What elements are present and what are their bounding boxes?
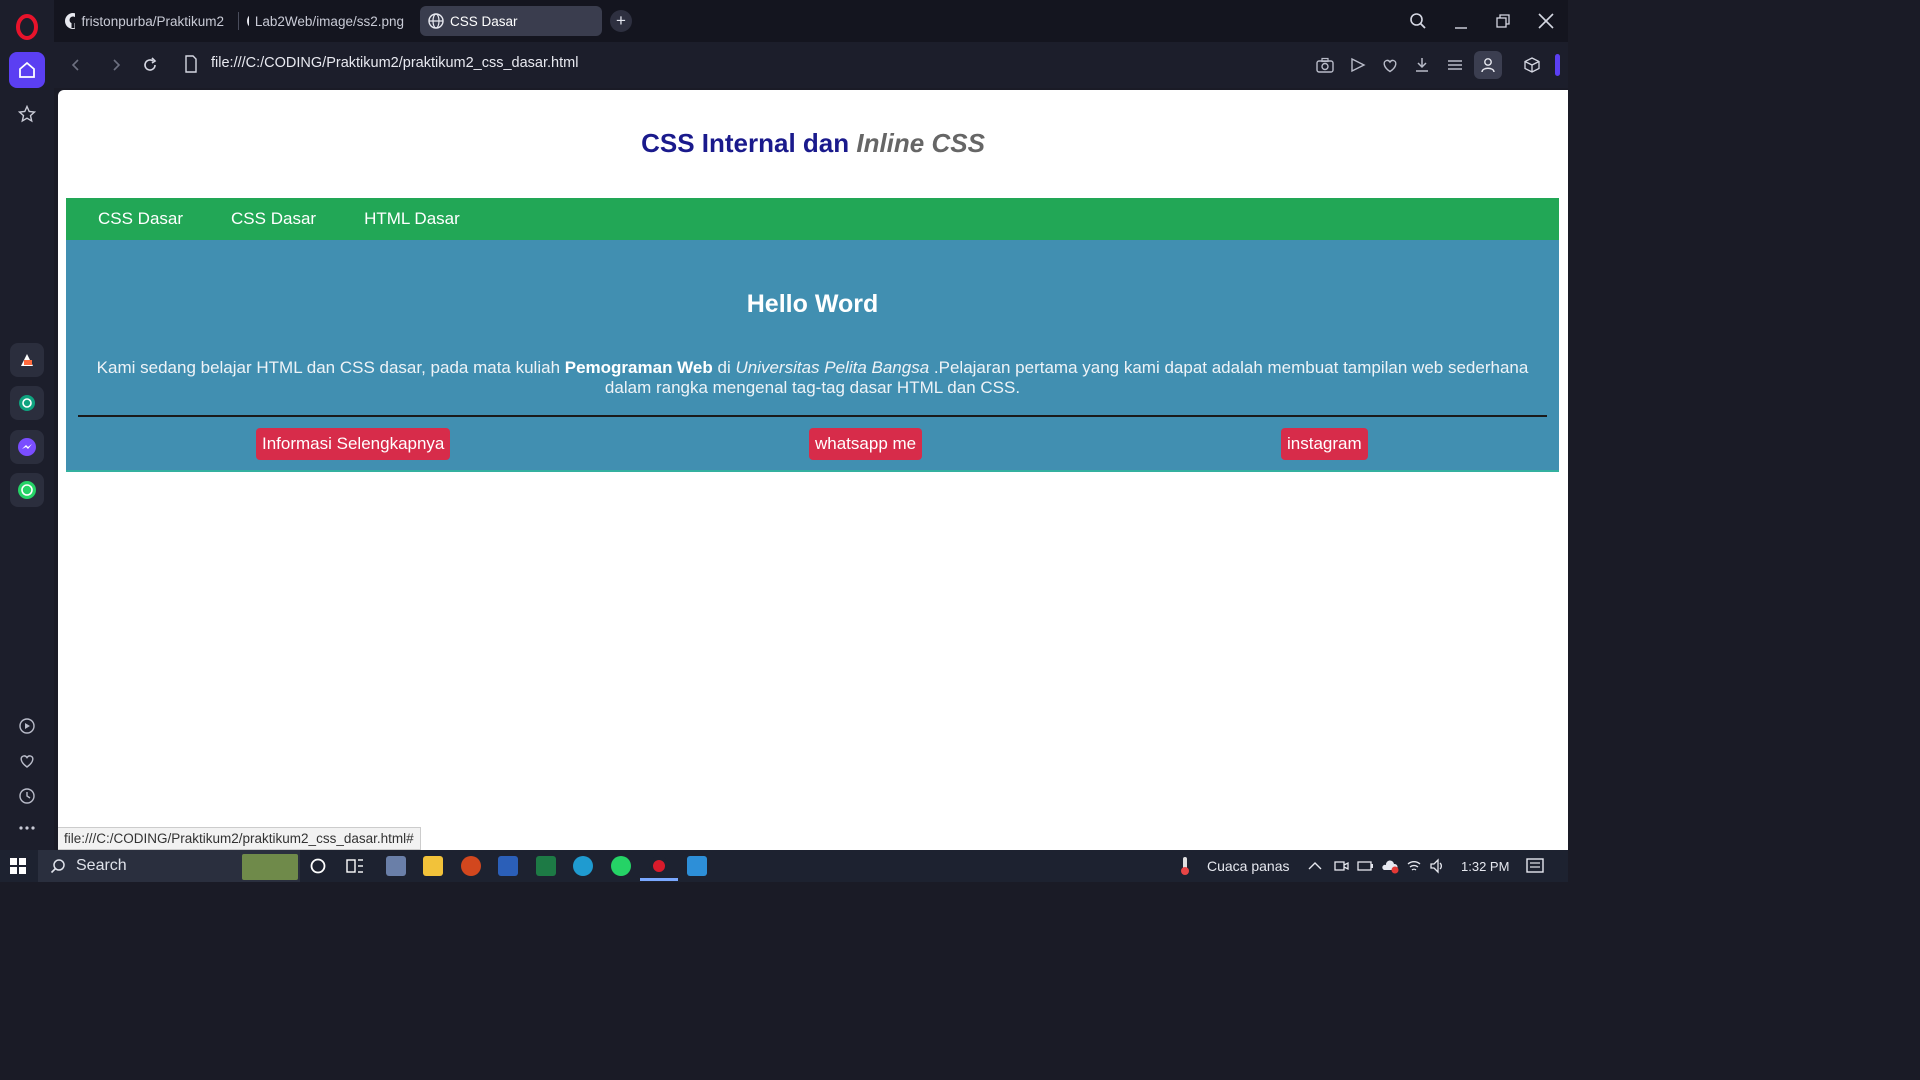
clock[interactable]: 1:32 PM xyxy=(1461,859,1509,874)
page-title-emphasis: Inline CSS xyxy=(856,128,985,158)
tab-css-dasar[interactable]: CSS Dasar xyxy=(420,6,602,36)
profile-icon[interactable] xyxy=(1474,51,1502,79)
nav-link-css-dasar-2[interactable]: CSS Dasar xyxy=(231,209,316,229)
opera-logo-icon[interactable] xyxy=(14,14,40,40)
battery-icon[interactable] xyxy=(1356,858,1374,874)
new-tab-button[interactable]: + xyxy=(610,10,632,32)
minimize-icon[interactable] xyxy=(1446,8,1476,34)
page-title-text: CSS Internal dan xyxy=(641,128,857,158)
address-bar: file:///C:/CODING/Praktikum2/praktikum2_… xyxy=(54,42,1568,88)
tab-label: CSS Dasar xyxy=(450,13,518,29)
task-view-icon[interactable] xyxy=(346,858,364,874)
easy-setup-icon[interactable] xyxy=(1443,53,1467,77)
heart-icon[interactable] xyxy=(9,743,45,779)
volume-icon[interactable] xyxy=(1429,858,1445,874)
search-highlight-image xyxy=(242,854,298,880)
messenger-app-icon[interactable] xyxy=(10,430,44,464)
snapshot-icon[interactable] xyxy=(1313,53,1337,77)
whatsapp-button[interactable]: whatsapp me xyxy=(809,428,923,460)
cortana-icon[interactable] xyxy=(310,858,326,874)
show-hidden-icons-icon[interactable] xyxy=(1308,860,1322,872)
extensions-cube-icon[interactable] xyxy=(1520,53,1544,77)
search-tabs-icon[interactable] xyxy=(1403,8,1433,34)
tab-github-lab2web[interactable]: Lab2Web/image/ss2.png xyxy=(238,6,412,36)
file-explorer-icon[interactable] xyxy=(423,856,443,876)
notifications-icon[interactable] xyxy=(1526,858,1544,874)
forward-icon[interactable] xyxy=(104,53,128,77)
browser-sidebar xyxy=(0,0,54,850)
restore-icon[interactable] xyxy=(1488,8,1518,34)
file-icon xyxy=(185,55,197,73)
instagram-button[interactable]: instagram xyxy=(1281,428,1368,460)
para-university: Universitas Pelita Bangsa xyxy=(735,358,930,377)
globe-icon xyxy=(428,13,444,29)
meet-now-icon[interactable] xyxy=(1333,858,1349,874)
home-icon[interactable] xyxy=(9,52,45,88)
page-title: CSS Internal dan Inline CSS xyxy=(58,128,1568,159)
para-text-1: Kami sedang belajar HTML dan CSS dasar, … xyxy=(96,358,565,377)
divider xyxy=(78,415,1547,417)
onedrive-offline-icon[interactable] xyxy=(1381,858,1399,874)
whatsapp-taskbar-icon[interactable] xyxy=(611,856,631,876)
weather-text[interactable]: Cuaca panas xyxy=(1207,858,1290,874)
tab-github-praktikum2[interactable]: fristonpurba/Praktikum2 xyxy=(56,6,232,36)
reload-icon[interactable] xyxy=(138,53,162,77)
opera-taskbar-icon[interactable] xyxy=(649,856,669,876)
more-icon[interactable] xyxy=(9,810,45,846)
send-icon[interactable] xyxy=(1346,53,1370,77)
word-icon[interactable] xyxy=(498,856,518,876)
tab-label: Lab2Web/image/ss2.png xyxy=(254,13,404,29)
para-text-2: di xyxy=(712,358,736,377)
search-icon xyxy=(50,859,65,874)
vscode-icon[interactable] xyxy=(687,856,707,876)
back-icon[interactable] xyxy=(64,53,88,77)
github-icon xyxy=(65,13,76,29)
intro-paragraph: Kami sedang belajar HTML dan CSS dasar, … xyxy=(78,358,1547,398)
url-field[interactable]: file:///C:/CODING/Praktikum2/praktikum2_… xyxy=(211,55,578,71)
section-heading: Hello Word xyxy=(746,290,879,318)
page-viewport: CSS Internal dan Inline CSS CSS Dasar CS… xyxy=(58,90,1568,850)
excel-icon[interactable] xyxy=(536,856,556,876)
search-placeholder: Search xyxy=(76,857,127,874)
taskbar: Search Cuaca panas 1:32 PM xyxy=(0,850,1568,882)
whatsapp-app-icon[interactable] xyxy=(10,473,44,507)
powerpoint-icon[interactable] xyxy=(461,856,481,876)
thermometer-icon xyxy=(1181,857,1189,875)
chatgpt-app-icon[interactable] xyxy=(10,386,44,420)
close-icon[interactable] xyxy=(1531,8,1561,34)
history-icon[interactable] xyxy=(9,778,45,814)
content-section: Hello Word Kami sedang belajar HTML dan … xyxy=(66,240,1559,472)
player-icon[interactable] xyxy=(9,708,45,744)
camera-app-icon[interactable] xyxy=(386,856,406,876)
github-icon xyxy=(247,15,249,27)
active-app-indicator xyxy=(640,878,678,881)
aria-app-icon[interactable] xyxy=(10,343,44,377)
taskbar-search[interactable]: Search xyxy=(38,850,300,882)
nav-link-css-dasar[interactable]: CSS Dasar xyxy=(98,209,183,229)
nav-menu: CSS Dasar CSS Dasar HTML Dasar xyxy=(66,198,1559,240)
star-icon[interactable] xyxy=(9,96,45,132)
tab-bar: fristonpurba/Praktikum2 Lab2Web/image/ss… xyxy=(54,0,1568,42)
info-button[interactable]: Informasi Selengkapnya xyxy=(256,428,451,460)
bookmark-heart-icon[interactable] xyxy=(1378,53,1402,77)
tab-label: fristonpurba/Praktikum2 xyxy=(81,13,224,29)
windows-start-icon[interactable] xyxy=(10,858,26,874)
sidebar-toggle[interactable] xyxy=(1555,54,1560,76)
link-status-bar: file:///C:/CODING/Praktikum2/praktikum2_… xyxy=(58,827,421,850)
edge-icon[interactable] xyxy=(573,856,593,876)
para-course-name: Pemograman Web xyxy=(564,358,713,377)
download-icon[interactable] xyxy=(1410,53,1434,77)
nav-link-html-dasar[interactable]: HTML Dasar xyxy=(364,209,460,229)
wifi-icon[interactable] xyxy=(1406,858,1422,874)
